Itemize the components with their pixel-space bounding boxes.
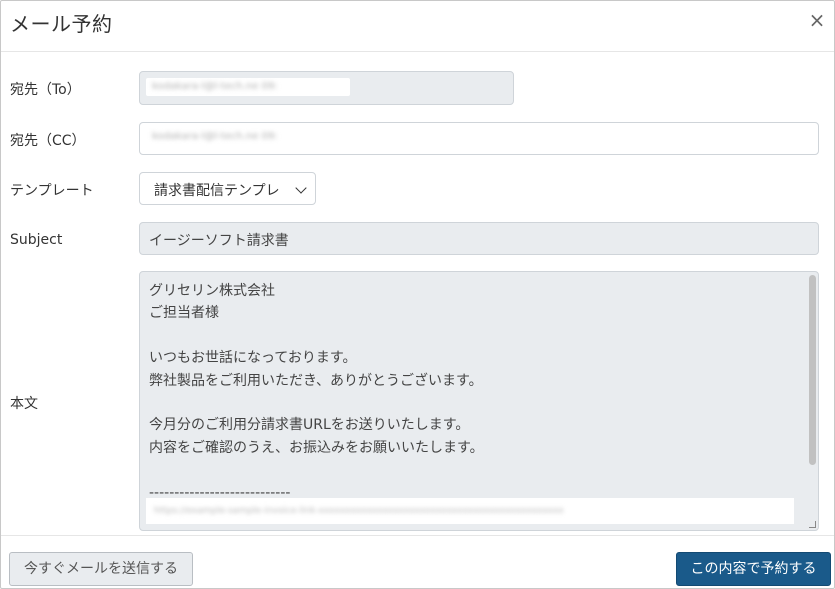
body-line [149, 459, 484, 481]
body-line: いつもお世話になっております。 [149, 350, 357, 367]
body-line: グリセリン株式会社 [149, 283, 275, 299]
to-field: kodakara-l@l-tech.ne 09: [139, 71, 514, 105]
to-value-redacted: kodakara-l@l-tech.ne 09: [146, 78, 350, 96]
template-label: テンプレート [10, 183, 94, 199]
subject-label: Subject [10, 232, 63, 248]
body-line [149, 325, 484, 347]
scrollbar-thumb[interactable] [809, 275, 816, 465]
body-text: グリセリン株式会社 ご担当者様 いつもお世話になっております。 弊社製品をご利用… [149, 280, 484, 504]
modal-footer: 今すぐメールを送信する この内容で予約する [1, 535, 834, 588]
to-label: 宛先（To） [10, 82, 81, 98]
modal-title: メール予約 [10, 12, 113, 36]
body-scrollbar[interactable] [807, 273, 817, 529]
subject-field: イージーソフト請求書 [139, 222, 819, 255]
subject-value: イージーソフト請求書 [149, 233, 289, 249]
reserve-button[interactable]: この内容で予約する [676, 552, 831, 586]
cc-field[interactable]: kodakara-l@l-tech.ne 09: [139, 122, 819, 155]
send-now-button[interactable]: 今すぐメールを送信する [9, 552, 193, 586]
body-textarea[interactable]: グリセリン株式会社 ご担当者様 いつもお世話になっております。 弊社製品をご利用… [139, 271, 819, 531]
body-line: 弊社製品をご利用いただき、ありがとうございます。 [149, 372, 483, 389]
body-line: 今月分のご利用分請求書URLをお送りいたします。 [149, 417, 470, 434]
body-line [149, 392, 484, 414]
body-url-redacted: https://example-sample-invoice-link-xxxx… [146, 498, 794, 524]
body-line: ご担当者様 [149, 305, 219, 322]
chevron-down-icon [295, 182, 307, 194]
close-icon[interactable]: × [806, 9, 828, 31]
body-label: 本文 [10, 396, 38, 412]
body-line: 内容をご確認のうえ、お振込みをお願いいたします。 [149, 439, 484, 456]
modal-header: メール予約 × [1, 1, 834, 52]
template-selected-value: 請求書配信テンプレ [154, 183, 280, 199]
mail-reservation-modal: メール予約 × 宛先（To） kodakara-l@l-tech.ne 09: … [0, 0, 835, 589]
cc-value-redacted: kodakara-l@l-tech.ne 09: [146, 128, 350, 146]
cc-label: 宛先（CC） [10, 133, 86, 149]
resize-grip-icon[interactable] [809, 521, 816, 528]
template-select[interactable]: 請求書配信テンプレ [139, 172, 316, 205]
